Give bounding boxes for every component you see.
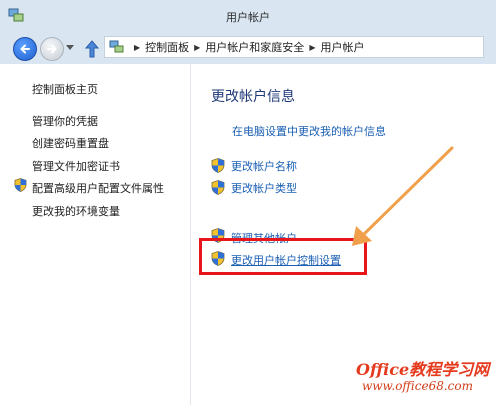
uac-shield-icon — [211, 180, 225, 195]
control-panel-icon — [109, 40, 124, 53]
arrow-left-icon — [20, 44, 30, 54]
title-bar: 用户帐户 — [0, 0, 496, 30]
uac-shield-icon — [14, 178, 27, 192]
uac-shield-icon — [211, 158, 225, 173]
breadcrumb-separator-icon: ▶ — [134, 42, 141, 52]
sidebar-item-create-reset-disk[interactable]: 创建密码重置盘 — [32, 135, 109, 151]
sidebar-item-manage-credentials[interactable]: 管理你的凭据 — [32, 113, 98, 129]
back-button[interactable] — [13, 37, 37, 61]
watermark: Office教程学习网 www.office68.com — [356, 360, 492, 394]
sidebar-item-change-environment-variables[interactable]: 更改我的环境变量 — [32, 203, 120, 219]
breadcrumb-control-panel[interactable]: 控制面板 — [145, 39, 189, 55]
sidebar-item-advanced-profile-properties[interactable]: 配置高级用户配置文件属性 — [32, 180, 164, 196]
navigation-bar: ▶ 控制面板 ▶ 用户帐户和家庭安全 ▶ 用户帐户 — [0, 30, 496, 64]
pc-settings-link[interactable]: 在电脑设置中更改我的帐户信息 — [232, 123, 386, 139]
recent-locations-dropdown-icon[interactable] — [66, 45, 74, 51]
watermark-url: www.office68.com — [362, 379, 473, 393]
highlight-box — [199, 238, 367, 275]
change-account-name-link[interactable]: 更改帐户名称 — [231, 158, 297, 174]
page-title: 更改帐户信息 — [211, 89, 295, 105]
pane-divider — [190, 64, 191, 405]
up-arrow-icon[interactable] — [84, 40, 100, 58]
left-pane: 控制面板主页 管理你的凭据 创建密码重置盘 管理文件加密证书 配置高级用户配置文… — [0, 64, 190, 405]
forward-button[interactable] — [40, 37, 64, 61]
breadcrumb-separator-icon: ▶ — [309, 42, 316, 52]
breadcrumb-user-accounts-family-safety[interactable]: 用户帐户和家庭安全 — [205, 39, 304, 55]
address-bar[interactable]: ▶ 控制面板 ▶ 用户帐户和家庭安全 ▶ 用户帐户 — [104, 36, 484, 58]
control-panel-home-link[interactable]: 控制面板主页 — [32, 81, 98, 97]
sidebar-item-manage-encryption-certs[interactable]: 管理文件加密证书 — [32, 158, 120, 174]
change-account-type-link[interactable]: 更改帐户类型 — [231, 180, 297, 196]
watermark-title: Office教程学习网 — [356, 360, 490, 379]
breadcrumb-separator-icon: ▶ — [194, 42, 201, 52]
breadcrumb-user-accounts[interactable]: 用户帐户 — [320, 39, 364, 55]
window-title: 用户帐户 — [226, 11, 270, 24]
arrow-right-icon — [47, 44, 57, 54]
